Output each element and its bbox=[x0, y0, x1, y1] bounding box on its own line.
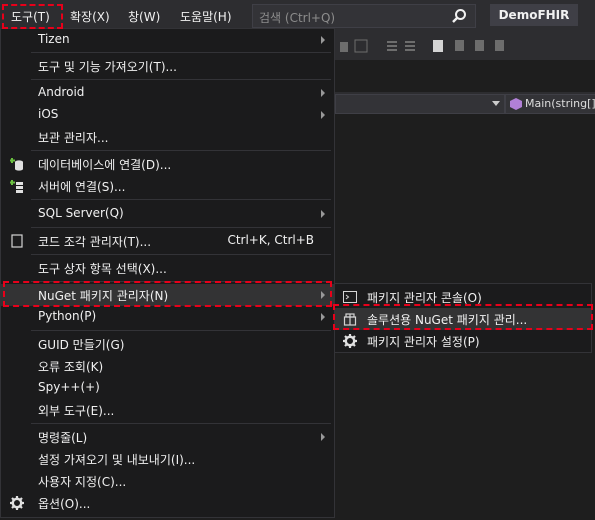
toolbar bbox=[335, 32, 595, 60]
menu-item-spy[interactable]: Spy++(+) bbox=[1, 377, 334, 399]
submenu-arrow-icon bbox=[321, 313, 325, 321]
menu-help[interactable]: 도움말(H) bbox=[180, 8, 232, 25]
menu-item-ios[interactable]: iOS bbox=[1, 104, 334, 126]
menu-item-tizen[interactable]: Tizen bbox=[1, 29, 334, 51]
submenu-item-label: 패키지 관리자 설정(P) bbox=[367, 335, 480, 349]
tools-menu: Tizen 도구 및 기능 가져오기(T)... Android iOS 보관 … bbox=[0, 28, 335, 518]
menu-item-options[interactable]: 옵션(O)... bbox=[1, 492, 334, 514]
menu-item-label: 외부 도구(E)... bbox=[38, 404, 115, 418]
menu-item-python[interactable]: Python(P) bbox=[1, 306, 334, 328]
menu-item-label: iOS bbox=[38, 107, 59, 121]
menu-item-nuget-package-manager[interactable]: NuGet 패키지 관리자(N) bbox=[1, 284, 334, 306]
project-name: DemoFHIR bbox=[490, 4, 578, 26]
menu-item-archive-manager[interactable]: 보관 관리자... bbox=[1, 126, 334, 148]
menu-item-command-line[interactable]: 명령줄(L) bbox=[1, 426, 334, 448]
menu-item-sql-server[interactable]: SQL Server(Q) bbox=[1, 203, 334, 225]
menu-item-shortcut: Ctrl+K, Ctrl+B bbox=[227, 233, 314, 247]
console-icon bbox=[343, 291, 357, 303]
database-icon bbox=[10, 158, 23, 171]
menu-item-android[interactable]: Android bbox=[1, 82, 334, 104]
menu-item-get-tools[interactable]: 도구 및 기능 가져오기(T)... bbox=[1, 55, 334, 77]
menu-item-label: SQL Server(Q) bbox=[38, 206, 124, 220]
menu-item-label: 코드 조각 관리자(T)... bbox=[38, 235, 152, 249]
menu-item-label: Tizen bbox=[38, 32, 70, 46]
separator bbox=[31, 330, 331, 331]
menu-item-label: 설정 가져오기 및 내보내기(I)... bbox=[38, 453, 196, 467]
member-combo[interactable]: Main(string[] bbox=[505, 94, 595, 114]
search-box[interactable]: 검색 (Ctrl+Q) bbox=[252, 4, 476, 28]
separator bbox=[31, 79, 331, 80]
menu-item-label: 사용자 지정(C)... bbox=[38, 475, 127, 489]
menu-item-label: 도구 및 기능 가져오기(T)... bbox=[38, 60, 177, 74]
separator bbox=[31, 254, 331, 255]
menu-window[interactable]: 창(W) bbox=[128, 8, 160, 25]
submenu-arrow-icon bbox=[321, 89, 325, 97]
menu-item-error-lookup[interactable]: 오류 조회(K) bbox=[1, 355, 334, 377]
gear-icon bbox=[10, 496, 24, 510]
submenu-arrow-icon bbox=[321, 111, 325, 119]
submenu-item-manage-nuget-solution[interactable]: 솔루션용 NuGet 패키지 관리... bbox=[335, 308, 591, 330]
separator bbox=[31, 227, 331, 228]
menu-tools[interactable]: 도구(T) bbox=[11, 8, 50, 25]
type-combo[interactable] bbox=[335, 94, 505, 114]
menu-item-label: 옵션(O)... bbox=[38, 497, 91, 511]
menu-item-label: Android bbox=[38, 85, 85, 99]
server-icon bbox=[10, 180, 23, 193]
snippet-icon bbox=[11, 234, 23, 248]
menu-item-choose-toolbox-items[interactable]: 도구 상자 항목 선택(X)... bbox=[1, 257, 334, 279]
search-icon[interactable] bbox=[451, 8, 467, 24]
separator bbox=[31, 199, 331, 200]
search-placeholder: 검색 (Ctrl+Q) bbox=[259, 11, 336, 25]
nuget-submenu: 패키지 관리자 콘솔(O) 솔루션용 NuGet 패키지 관리... 패키지 관… bbox=[334, 283, 592, 353]
menu-item-label: 서버에 연결(S)... bbox=[38, 180, 126, 194]
separator bbox=[31, 150, 331, 151]
menu-item-label: Python(P) bbox=[38, 309, 97, 323]
submenu-arrow-icon bbox=[321, 291, 325, 299]
editor-nav-bar: Main(string[] bbox=[335, 92, 595, 114]
submenu-arrow-icon bbox=[321, 433, 325, 441]
menu-item-label: 오류 조회(K) bbox=[38, 360, 104, 374]
menu-item-customize[interactable]: 사용자 지정(C)... bbox=[1, 470, 334, 492]
submenu-item-package-manager-console[interactable]: 패키지 관리자 콘솔(O) bbox=[335, 286, 591, 308]
menu-item-label: GUID 만들기(G) bbox=[38, 338, 125, 352]
menu-extensions[interactable]: 확장(X) bbox=[70, 8, 110, 25]
method-icon bbox=[510, 98, 522, 110]
menu-item-connect-server[interactable]: 서버에 연결(S)... bbox=[1, 175, 334, 197]
chevron-down-icon bbox=[492, 101, 500, 106]
menu-item-connect-database[interactable]: 데이터베이스에 연결(D)... bbox=[1, 153, 334, 175]
toolbar-icons bbox=[340, 39, 504, 53]
menu-item-label: NuGet 패키지 관리자(N) bbox=[38, 289, 169, 303]
menu-item-external-tools[interactable]: 외부 도구(E)... bbox=[1, 399, 334, 421]
gear-icon bbox=[343, 334, 357, 348]
submenu-item-label: 솔루션용 NuGet 패키지 관리... bbox=[367, 313, 528, 327]
package-icon bbox=[343, 313, 357, 326]
separator bbox=[31, 281, 331, 282]
submenu-arrow-icon bbox=[321, 36, 325, 44]
menu-item-create-guid[interactable]: GUID 만들기(G) bbox=[1, 333, 334, 355]
submenu-item-label: 패키지 관리자 콘솔(O) bbox=[367, 291, 482, 305]
menu-item-label: 보관 관리자... bbox=[38, 131, 109, 145]
separator bbox=[31, 52, 331, 53]
submenu-arrow-icon bbox=[321, 210, 325, 218]
menu-item-import-export-settings[interactable]: 설정 가져오기 및 내보내기(I)... bbox=[1, 448, 334, 470]
separator bbox=[31, 423, 331, 424]
menu-item-label: Spy++(+) bbox=[38, 380, 100, 394]
submenu-item-package-manager-settings[interactable]: 패키지 관리자 설정(P) bbox=[335, 330, 591, 352]
menu-item-label: 데이터베이스에 연결(D)... bbox=[38, 158, 172, 172]
menu-item-code-snippets[interactable]: 코드 조각 관리자(T)... Ctrl+K, Ctrl+B bbox=[1, 230, 334, 252]
member-combo-text: Main(string[] bbox=[525, 97, 595, 110]
menu-item-label: 도구 상자 항목 선택(X)... bbox=[38, 262, 167, 276]
menu-item-label: 명령줄(L) bbox=[38, 431, 88, 445]
